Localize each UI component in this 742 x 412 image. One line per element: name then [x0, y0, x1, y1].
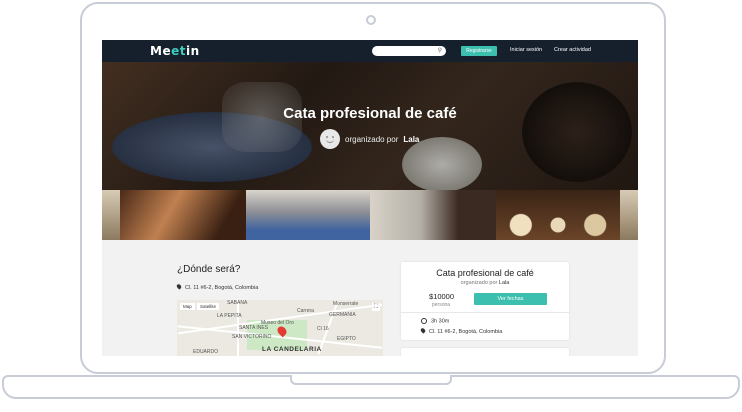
- map-label: Cl 16: [317, 326, 329, 332]
- secondary-card: [401, 348, 569, 356]
- card-title: Cata profesional de café: [436, 268, 534, 278]
- duration: 3h 30m: [421, 318, 449, 324]
- map-label: EGIPTO: [337, 336, 356, 342]
- navbar: Meetin ⚲ Registrarse Iniciar sesión Crea…: [102, 40, 638, 63]
- card-organizer: organizado por Lala: [460, 280, 510, 286]
- map-label: Monserrate: [333, 301, 359, 307]
- location-map[interactable]: Map Satellite SABANA LA PEPITA SANTA INE…: [177, 300, 383, 356]
- location-address: Cl. 11 #6-2, Bogotá, Colombia: [175, 283, 258, 291]
- location-pin-icon: [419, 327, 427, 334]
- map-label: SAN VICTORINO: [232, 334, 272, 340]
- gallery-photo[interactable]: [370, 190, 496, 240]
- map-label: Museo del Oro: [261, 320, 294, 326]
- search-icon[interactable]: ⚲: [438, 47, 442, 54]
- map-label: LA PEPITA: [217, 313, 242, 319]
- avatar[interactable]: [320, 129, 340, 149]
- hero-banner: Cata profesional de café organizado por …: [102, 62, 638, 190]
- browser-screen: Meetin ⚲ Registrarse Iniciar sesión Crea…: [102, 40, 638, 356]
- map-label: SABANA: [227, 300, 248, 306]
- map-label: EDUARDO: [193, 349, 219, 355]
- gallery-photo[interactable]: [102, 190, 120, 240]
- register-button[interactable]: Registrarse: [461, 46, 497, 56]
- create-activity-link[interactable]: Crear actividad: [554, 47, 591, 53]
- price-unit: persona: [432, 302, 451, 308]
- search-box[interactable]: ⚲: [372, 46, 446, 63]
- photo-gallery: [102, 190, 638, 240]
- map-label: GERMANIA: [329, 312, 356, 318]
- gallery-photo[interactable]: [496, 190, 620, 240]
- laptop-notch: [290, 375, 452, 385]
- camera-icon: [366, 15, 376, 25]
- hero-overlay: [102, 62, 638, 190]
- see-dates-button[interactable]: Ver fechas: [474, 293, 547, 305]
- location-pin-icon: [175, 283, 183, 290]
- location-heading: ¿Dónde será?: [177, 264, 241, 275]
- map-tab[interactable]: Map: [180, 303, 195, 310]
- gallery-photo[interactable]: [246, 190, 370, 240]
- divider: [401, 312, 569, 313]
- booking-card: Cata profesional de café organizado por …: [401, 262, 569, 340]
- gallery-photo[interactable]: [120, 190, 246, 240]
- event-details: ¿Dónde será? Cl. 11 #6-2, Bogotá, Colomb…: [102, 240, 638, 356]
- fullscreen-icon[interactable]: ⛶: [372, 303, 380, 311]
- login-link[interactable]: Iniciar sesión: [510, 47, 542, 53]
- map-label: Carrera: [297, 308, 314, 314]
- satellite-tab[interactable]: Satellite: [197, 303, 220, 310]
- map-label: LA CANDELARIA: [262, 346, 322, 353]
- organizer-name[interactable]: Lala: [403, 135, 419, 144]
- organizer-prefix: organizado por: [345, 134, 399, 144]
- card-address: Cl. 11 #6-2, Bogotá, Colombia: [419, 327, 502, 335]
- clock-icon: [421, 318, 427, 324]
- gallery-photo[interactable]: [620, 190, 638, 240]
- hero-title: Cata profesional de café: [283, 105, 457, 122]
- price: $10000: [429, 292, 455, 301]
- hero-organizer: organizado por Lala: [320, 129, 419, 149]
- logo[interactable]: Meetin: [150, 44, 200, 58]
- card-organizer-name[interactable]: Lala: [499, 280, 509, 286]
